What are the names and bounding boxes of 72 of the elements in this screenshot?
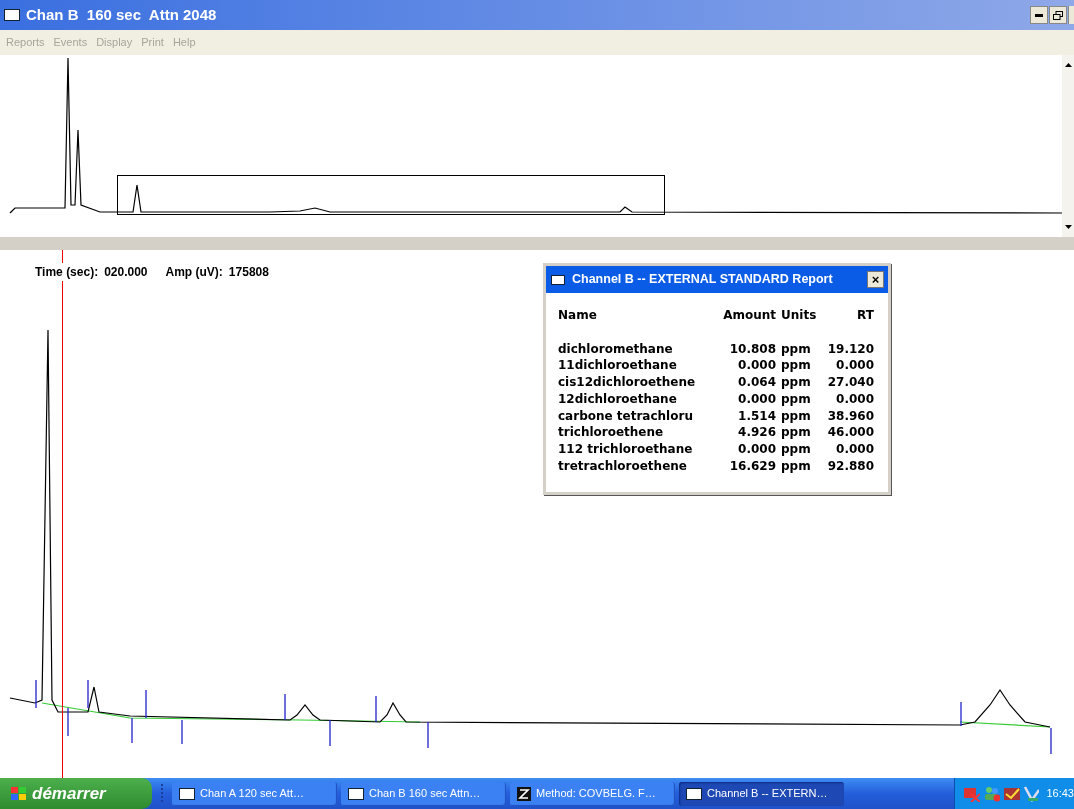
table-cell-text: 16.629 (728, 457, 776, 475)
table-cell-text: dichloromethane (558, 340, 674, 358)
table-cell-text: ppm (780, 340, 812, 358)
table-cell-text: 0.000 (835, 440, 874, 458)
table-cell-text: 11dichloroethane (558, 357, 678, 375)
people-icon[interactable] (982, 785, 1000, 802)
table-cell-text: ppm (780, 457, 812, 475)
window-title: Chan B 160 sec Attn 2048 (26, 4, 217, 25)
time-value: 020.000 (104, 264, 148, 281)
table-cell-text: trichloroethene (558, 424, 665, 441)
table-cell-text: 0.000 (737, 357, 776, 375)
table-cell-text: ppm (780, 440, 812, 458)
taskbar-button[interactable]: Chan A 120 sec Att… (172, 781, 337, 806)
minimize-button[interactable] (1030, 6, 1048, 24)
scroll-bar[interactable] (1062, 55, 1074, 237)
table-cell-text: 92.880 (826, 457, 874, 475)
table-cell-text: 38.960 (826, 407, 874, 425)
menu-item[interactable]: Print (141, 34, 164, 51)
table-cell-text: 112 trichloroethane (558, 440, 694, 458)
cursor-line[interactable] (62, 250, 63, 778)
menu-item[interactable]: Display (96, 34, 133, 51)
table-cell-text: 27.040 (826, 374, 874, 391)
table-cell-text: 0.000 (737, 390, 776, 408)
taskbar-button[interactable]: Method: COVBELG. F… (510, 781, 675, 806)
scroll-down-icon[interactable] (1064, 225, 1072, 229)
table-cell-text: ppm (780, 424, 812, 441)
window-icon (551, 274, 565, 285)
column-header: Name (558, 307, 598, 324)
table-cell-text: tretrachloroethene (558, 457, 688, 475)
table-cell-text: ppm (780, 357, 812, 375)
clock: 16:43 (1046, 786, 1074, 802)
taskbar-button[interactable]: Chan B 160 sec Attn… (341, 781, 506, 806)
z-logo-icon (517, 786, 531, 801)
table-cell-text: 12dichloroethane (558, 390, 678, 408)
window-icon (686, 787, 702, 800)
amp-label: Amp (uV): (165, 264, 223, 281)
restore-button[interactable] (1049, 6, 1067, 24)
start-button[interactable]: démarrer (0, 778, 152, 809)
table-cell-text: cis12dichloroethene (558, 374, 697, 391)
menu-item[interactable]: Reports (6, 34, 45, 51)
table-cell-text: 0.000 (737, 440, 776, 458)
taskbar-button[interactable]: Channel B -- EXTERN… (679, 781, 844, 806)
table-cell-text: 19.120 (826, 340, 874, 358)
window-icon (179, 787, 195, 800)
close-button[interactable]: × (867, 271, 884, 288)
amp-value: 175808 (228, 264, 269, 281)
column-header: RT (856, 307, 874, 324)
table-cell-text: 46.000 (826, 424, 874, 441)
minimize-icon (1035, 13, 1043, 17)
table-cell-text: 0.064 (737, 374, 776, 391)
column-header: Units (780, 307, 818, 324)
column-header: Amount (722, 307, 776, 324)
table-cell-text: 4.926 (737, 424, 776, 441)
restore-icon (1053, 10, 1063, 20)
table-cell-text: ppm (780, 407, 812, 425)
table-cell-text: 10.808 (728, 340, 776, 358)
table-cell-text: ppm (780, 374, 812, 391)
time-label: Time (sec): (35, 263, 99, 281)
grip-icon (160, 782, 164, 805)
table-cell-text: 1.514 (737, 407, 776, 425)
window-icon (348, 787, 364, 800)
table-cell-text: 0.000 (835, 357, 874, 375)
table-cell-text: 0.000 (835, 390, 874, 408)
table-cell-text: ppm (780, 390, 812, 408)
zoom-region-box[interactable] (117, 175, 665, 215)
scroll-up-icon[interactable] (1064, 63, 1072, 67)
dialog-title: Channel B -- EXTERNAL STANDARD Report (572, 271, 834, 289)
windows-logo-icon (10, 785, 28, 802)
menu-item[interactable]: Help (172, 34, 196, 51)
window-icon (4, 9, 20, 21)
menu-item[interactable]: Events (53, 34, 88, 51)
table-cell-text: carbone tetrachloru (558, 407, 694, 425)
